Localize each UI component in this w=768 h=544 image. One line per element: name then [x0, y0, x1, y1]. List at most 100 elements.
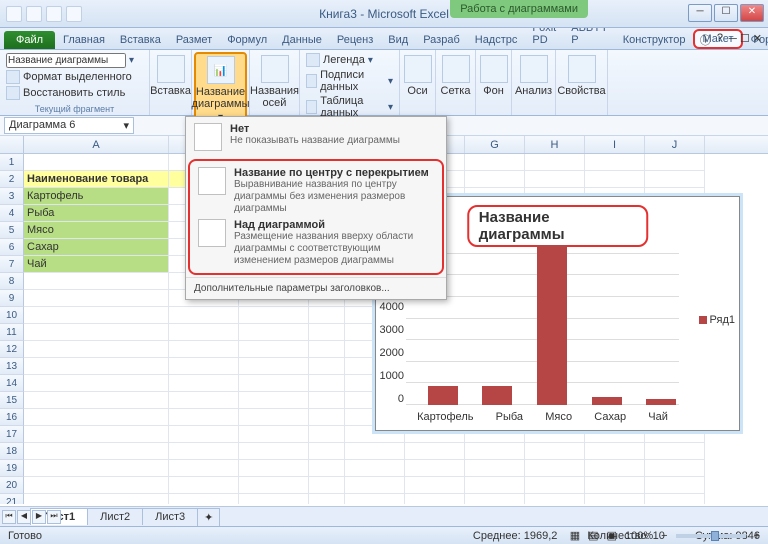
- sheet-tab-3[interactable]: Лист3: [142, 508, 198, 525]
- cell[interactable]: [525, 460, 585, 477]
- zoom-slider[interactable]: [676, 534, 746, 538]
- first-sheet-button[interactable]: ⏮: [2, 510, 16, 524]
- row-header[interactable]: 11: [0, 324, 24, 341]
- tab-layout[interactable]: Размет: [169, 31, 219, 49]
- row-header[interactable]: 7: [0, 256, 24, 273]
- cell[interactable]: [169, 426, 239, 443]
- save-icon[interactable]: [26, 6, 42, 22]
- cell[interactable]: [169, 494, 239, 504]
- cell[interactable]: [309, 477, 345, 494]
- cell[interactable]: [465, 494, 525, 504]
- row-header[interactable]: 3: [0, 188, 24, 205]
- cell[interactable]: Картофель: [24, 188, 169, 205]
- view-layout-icon[interactable]: ▤: [588, 529, 598, 542]
- cell[interactable]: [239, 341, 309, 358]
- cell[interactable]: [309, 443, 345, 460]
- cell[interactable]: [239, 477, 309, 494]
- cell[interactable]: [465, 171, 525, 188]
- cell[interactable]: [345, 443, 405, 460]
- cell[interactable]: [24, 154, 169, 171]
- row-header[interactable]: 9: [0, 290, 24, 307]
- row-header[interactable]: 16: [0, 409, 24, 426]
- row-header[interactable]: 18: [0, 443, 24, 460]
- cell[interactable]: Рыба: [24, 205, 169, 222]
- row-header[interactable]: 17: [0, 426, 24, 443]
- row-header[interactable]: 14: [0, 375, 24, 392]
- cell[interactable]: [405, 460, 465, 477]
- data-labels-button[interactable]: Подписи данных ▾: [306, 69, 393, 93]
- cell[interactable]: [239, 426, 309, 443]
- background-button[interactable]: Фон: [482, 53, 505, 99]
- cell[interactable]: [309, 392, 345, 409]
- insert-button[interactable]: Вставка: [156, 53, 185, 99]
- cell[interactable]: [309, 494, 345, 504]
- close-button[interactable]: ✕: [740, 4, 764, 22]
- cell[interactable]: [645, 443, 705, 460]
- chart-bar[interactable]: [537, 245, 567, 405]
- chart-bar[interactable]: [482, 386, 512, 405]
- cell[interactable]: [525, 171, 585, 188]
- cell[interactable]: [645, 460, 705, 477]
- cell[interactable]: [309, 324, 345, 341]
- cell[interactable]: [24, 409, 169, 426]
- legend-button[interactable]: Легенда ▾: [306, 53, 393, 67]
- select-all-corner[interactable]: [0, 136, 24, 153]
- cell[interactable]: [239, 375, 309, 392]
- cell[interactable]: [169, 375, 239, 392]
- cell[interactable]: [239, 324, 309, 341]
- cell[interactable]: [24, 494, 169, 504]
- cell[interactable]: [585, 443, 645, 460]
- cell[interactable]: [585, 477, 645, 494]
- col-header[interactable]: A: [24, 136, 169, 153]
- cell[interactable]: [345, 494, 405, 504]
- zoom-in-button[interactable]: +: [754, 530, 760, 542]
- cell[interactable]: [239, 392, 309, 409]
- zoom-out-button[interactable]: −: [661, 530, 667, 542]
- cell[interactable]: [169, 324, 239, 341]
- format-selection[interactable]: Формат выделенного: [6, 70, 143, 84]
- cell[interactable]: [525, 477, 585, 494]
- cell[interactable]: [169, 477, 239, 494]
- cell[interactable]: [239, 494, 309, 504]
- cell[interactable]: [24, 477, 169, 494]
- help-icon[interactable]: ?: [717, 32, 723, 48]
- cell[interactable]: [405, 477, 465, 494]
- cell[interactable]: [239, 358, 309, 375]
- tab-formulas[interactable]: Формул: [220, 31, 274, 49]
- prev-sheet-button[interactable]: ◀: [17, 510, 31, 524]
- cell[interactable]: [309, 358, 345, 375]
- cell[interactable]: [525, 154, 585, 171]
- tab-data[interactable]: Данные: [275, 31, 329, 49]
- gridlines-button[interactable]: Сетка: [442, 53, 469, 99]
- col-header[interactable]: J: [645, 136, 705, 153]
- row-header[interactable]: 8: [0, 273, 24, 290]
- reset-style[interactable]: Восстановить стиль: [6, 86, 143, 100]
- cell[interactable]: [309, 460, 345, 477]
- cell[interactable]: Мясо: [24, 222, 169, 239]
- cell[interactable]: [585, 494, 645, 504]
- cell[interactable]: [465, 477, 525, 494]
- cell[interactable]: [239, 460, 309, 477]
- tab-view[interactable]: Вид: [381, 31, 415, 49]
- cell[interactable]: [239, 409, 309, 426]
- cell[interactable]: [169, 307, 239, 324]
- properties-button[interactable]: Свойства: [562, 53, 601, 99]
- row-header[interactable]: 12: [0, 341, 24, 358]
- tab-home[interactable]: Главная: [56, 31, 112, 49]
- col-header[interactable]: I: [585, 136, 645, 153]
- row-header[interactable]: 5: [0, 222, 24, 239]
- cell[interactable]: [169, 392, 239, 409]
- tab-design[interactable]: Конструктор: [616, 31, 693, 49]
- cell[interactable]: [169, 358, 239, 375]
- cell[interactable]: [239, 443, 309, 460]
- maximize-button[interactable]: ☐: [714, 4, 738, 22]
- cell[interactable]: [239, 307, 309, 324]
- row-header[interactable]: 2: [0, 171, 24, 188]
- next-sheet-button[interactable]: ▶: [32, 510, 46, 524]
- cell[interactable]: [169, 409, 239, 426]
- dd-more-options[interactable]: Дополнительные параметры заголовков...: [186, 277, 446, 299]
- cell[interactable]: Чай: [24, 256, 169, 273]
- name-box[interactable]: Диаграмма 6▾: [4, 117, 134, 134]
- dd-none[interactable]: НетНе показывать название диаграммы: [186, 117, 446, 157]
- sheet-tab-2[interactable]: Лист2: [87, 508, 143, 525]
